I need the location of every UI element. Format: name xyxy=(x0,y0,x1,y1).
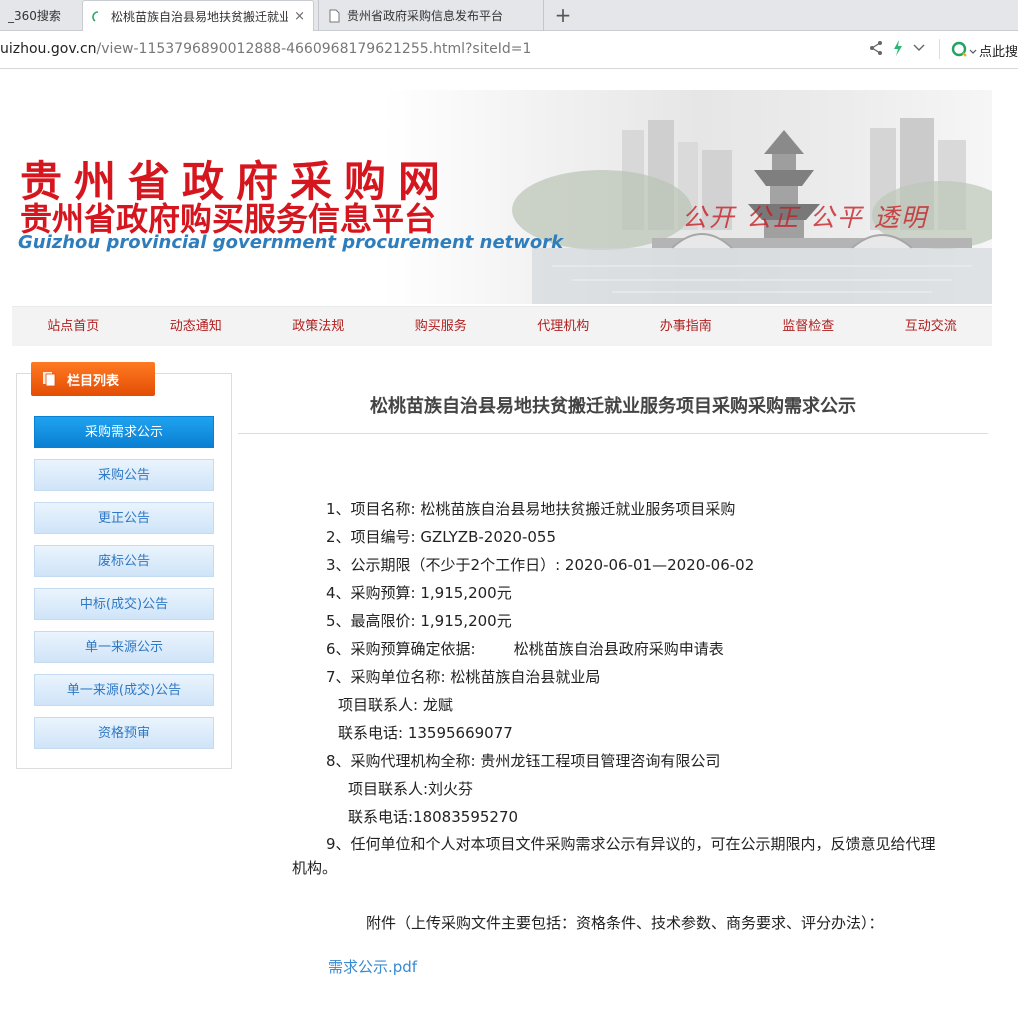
sidebar-item-abandoned-notice[interactable]: 废标公告 xyxy=(34,545,214,577)
attachment-pdf-link[interactable]: 需求公示.pdf xyxy=(328,956,417,977)
item-notice-period: 3、公示期限（不少于2个工作日）: 2020-06-01—2020-06-02 xyxy=(326,556,755,574)
nav-item-guide[interactable]: 办事指南 xyxy=(625,307,748,346)
document-list-icon xyxy=(43,372,56,387)
address-bar: uizhou.gov.cn/view-1153796890012888-4660… xyxy=(0,31,1018,69)
item-objection-note: 9、任何单位和个人对本项目文件采购需求公示有异议的，可在公示期限内，反馈意见给代… xyxy=(292,835,936,877)
tab-publish-platform[interactable]: 贵州省政府采购信息发布平台 xyxy=(318,0,544,31)
divider xyxy=(939,39,940,59)
item-project-number: 2、项目编号: GZLYZB-2020-055 xyxy=(326,528,556,546)
browser-tab-bar: _360搜索 松桃苗族自治县易地扶贫搬迁就业 × 贵州省政府采购信息发布平台 + xyxy=(0,0,1018,32)
sidebar-item-procurement-notice[interactable]: 采购公告 xyxy=(34,459,214,491)
sidebar-item-award-notice[interactable]: 中标(成交)公告 xyxy=(34,588,214,620)
sidebar-list: 采购需求公示 采购公告 更正公告 废标公告 中标(成交)公告 单一来源公示 单一… xyxy=(34,416,214,760)
nav-item-home[interactable]: 站点首页 xyxy=(12,307,135,346)
tab-label: 贵州省政府采购信息发布平台 xyxy=(347,9,504,23)
tab-360-search[interactable]: _360搜索 xyxy=(0,0,80,31)
item-budget: 4、采购预算: 1,915,200元 xyxy=(326,584,512,602)
sidebar-heading: 栏目列表 xyxy=(31,362,155,396)
main-nav: 站点首页 动态通知 政策法规 购买服务 代理机构 办事指南 监督检查 互动交流 xyxy=(12,306,992,346)
nav-item-notices[interactable]: 动态通知 xyxy=(135,307,258,346)
item-budget-basis: 6、采购预算确定依据: 松桃苗族自治县政府采购申请表 xyxy=(326,640,724,658)
item-project-name: 1、项目名称: 松桃苗族自治县易地扶贫搬迁就业服务项目采购 xyxy=(326,500,736,518)
url-host: uizhou.gov.cn xyxy=(0,41,97,57)
sidebar-item-prequalification[interactable]: 资格预审 xyxy=(34,717,214,749)
sidebar-heading-label: 栏目列表 xyxy=(67,373,120,389)
site-banner: 贵州省政府采购网 贵州省政府购买服务信息平台 Guizhou provincia… xyxy=(12,90,992,304)
sidebar: 栏目列表 采购需求公示 采购公告 更正公告 废标公告 中标(成交)公告 单一来源… xyxy=(16,362,232,769)
item-agency-phone: 联系电话:18083595270 xyxy=(348,808,519,826)
search-hint[interactable]: 点此搜 xyxy=(979,41,1018,60)
item-purchaser-phone: 联系电话: 13595669077 xyxy=(338,724,513,742)
article-title: 松桃苗族自治县易地扶贫搬迁就业服务项目采购采购需求公示 xyxy=(370,396,856,417)
chevron-down-icon[interactable] xyxy=(913,43,925,53)
url-field[interactable]: uizhou.gov.cn/view-1153796890012888-4660… xyxy=(0,41,531,57)
share-icon[interactable] xyxy=(868,40,884,56)
sidebar-item-single-source-award[interactable]: 单一来源(成交)公告 xyxy=(34,674,214,706)
nav-item-policies[interactable]: 政策法规 xyxy=(257,307,380,346)
close-tab-icon[interactable]: × xyxy=(294,9,305,24)
item-price-cap: 5、最高限价: 1,915,200元 xyxy=(326,612,512,630)
tab-active-notice[interactable]: 松桃苗族自治县易地扶贫搬迁就业 × xyxy=(82,0,314,32)
page-icon xyxy=(329,9,340,22)
banner-slogan: 公开 公正 公平 透明 xyxy=(682,203,928,232)
tab-label: _360搜索 xyxy=(8,9,61,23)
item-agency-contact: 项目联系人:刘火芬 xyxy=(348,780,474,798)
title-divider xyxy=(238,433,988,434)
sidebar-item-single-source-notice[interactable]: 单一来源公示 xyxy=(34,631,214,663)
tab-label: 松桃苗族自治县易地扶贫搬迁就业 xyxy=(111,10,289,24)
item-purchaser: 7、采购单位名称: 松桃苗族自治县就业局 xyxy=(326,668,601,686)
item-purchaser-contact: 项目联系人: 龙赋 xyxy=(338,696,453,714)
sidebar-item-correction-notice[interactable]: 更正公告 xyxy=(34,502,214,534)
nav-item-supervision[interactable]: 监督检查 xyxy=(747,307,870,346)
nav-item-purchase-services[interactable]: 购买服务 xyxy=(380,307,503,346)
attachment-note: 附件（上传采购文件主要包括：资格条件、技术参数、商务要求、评分办法）： xyxy=(366,914,884,932)
nav-item-agencies[interactable]: 代理机构 xyxy=(502,307,625,346)
lightning-icon[interactable] xyxy=(892,39,904,57)
sidebar-item-demand-notice[interactable]: 采购需求公示 xyxy=(34,416,214,448)
item-agency: 8、采购代理机构全称: 贵州龙钰工程项目管理咨询有限公司 xyxy=(326,752,721,770)
search-engine-icon[interactable] xyxy=(950,40,978,58)
nav-item-interaction[interactable]: 互动交流 xyxy=(870,307,993,346)
new-tab-button[interactable]: + xyxy=(551,3,575,27)
banner-english-title: Guizhou provincial government procuremen… xyxy=(18,232,564,253)
loading-icon xyxy=(92,10,99,22)
url-path: /view-1153796890012888-4660968179621255.… xyxy=(96,41,532,57)
